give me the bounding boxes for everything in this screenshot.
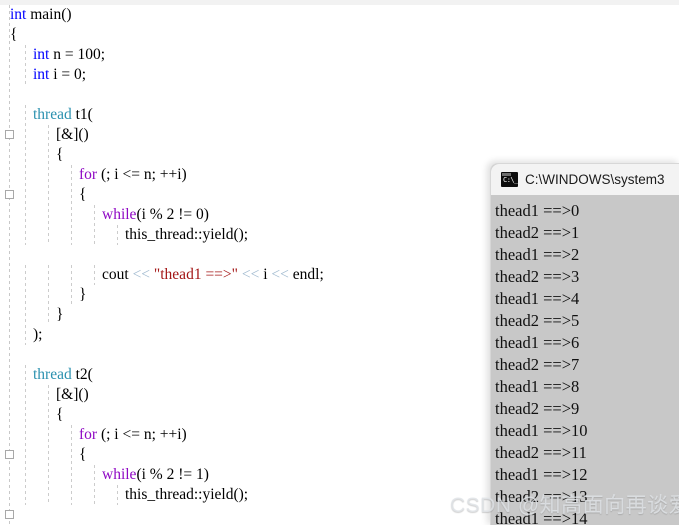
console-output-line: thead2 ==>11 [495,443,587,462]
code-token: for [79,426,98,443]
code-token: i = 0; [49,66,87,83]
code-token: t1( [71,106,93,123]
code-token: ); [33,326,43,343]
code-token: (i % 2 != 1) [136,466,209,483]
console-output[interactable]: thead1 ==>0 thead2 ==>1 thead1 ==>2 thead2 … [491,195,679,525]
console-output-line: thead1 ==>8 [495,377,580,396]
console-title-text: C:\WINDOWS\system3 [525,172,665,187]
code-token: (; i <= n; ++i) [97,166,187,183]
code-token: for [79,166,98,183]
console-output-line: thead1 ==>2 [495,245,580,264]
code-token: i [259,266,272,283]
code-token: (; i <= n; ++i) [97,426,187,443]
code-token: << [132,266,151,283]
code-token: { [56,406,64,423]
code-token: { [79,446,87,463]
console-output-line: thead2 ==>5 [495,311,580,330]
code-token: int [33,66,50,83]
code-token: << [271,266,289,283]
code-token: (i % 2 != 0) [136,206,209,223]
screenshot-root: int main(){int n = 100; int i = 0; thread … [0,0,679,525]
code-token: { [10,26,18,43]
console-output-line: thead2 ==>3 [495,267,580,286]
code-line[interactable] [0,85,679,105]
code-line[interactable]: { [0,145,679,165]
code-line[interactable]: int i = 0; [0,65,679,85]
code-line[interactable]: { [0,25,679,45]
code-token: this_thread::yield(); [125,226,249,243]
console-output-line: thead1 ==>0 [495,201,580,220]
code-token: thread [33,106,72,123]
code-token: { [79,186,87,203]
code-token: while [102,206,137,223]
code-token: while [102,466,137,483]
fold-marker-icon[interactable] [5,510,14,519]
console-output-line: thead1 ==>4 [495,289,580,308]
console-output-line: thead2 ==>1 [495,223,580,242]
console-output-line: thead1 ==>12 [495,465,588,484]
code-token: thread [33,366,72,383]
code-token: "thead1 ==>" [153,266,238,283]
console-output-line: thead2 ==>9 [495,399,580,418]
code-token: n = 100; [49,46,106,63]
code-token: int [33,46,50,63]
code-line[interactable]: int main() [0,5,679,25]
code-token: t2( [71,366,93,383]
code-token: << [241,266,260,283]
code-token: } [56,306,64,323]
console-titlebar[interactable]: C:\WINDOWS\system3 [491,164,679,195]
code-token: this_thread::yield(); [125,486,249,503]
console-output-line: thead2 ==>7 [495,355,580,374]
code-token: int [10,6,27,23]
code-token: main() [26,6,72,23]
console-output-line: thead1 ==>6 [495,333,580,352]
code-line[interactable]: [&]() [0,125,679,145]
code-token: } [79,286,87,303]
console-output-line: thead1 ==>14 [495,509,588,525]
code-line[interactable]: thread t1( [0,105,679,125]
console-output-line: thead1 ==>10 [495,421,588,440]
console-window[interactable]: C:\WINDOWS\system3 thead1 ==>0 thead2 ==>… [490,163,679,525]
code-line[interactable]: int n = 100; [0,45,679,65]
cmd-icon [501,172,518,187]
code-token: [&]() [56,386,89,403]
code-token: cout [102,266,133,283]
console-output-line: thead2 ==>13 [495,487,588,506]
code-token: endl; [288,266,324,283]
code-token: { [56,146,64,163]
code-token: [&]() [56,126,89,143]
